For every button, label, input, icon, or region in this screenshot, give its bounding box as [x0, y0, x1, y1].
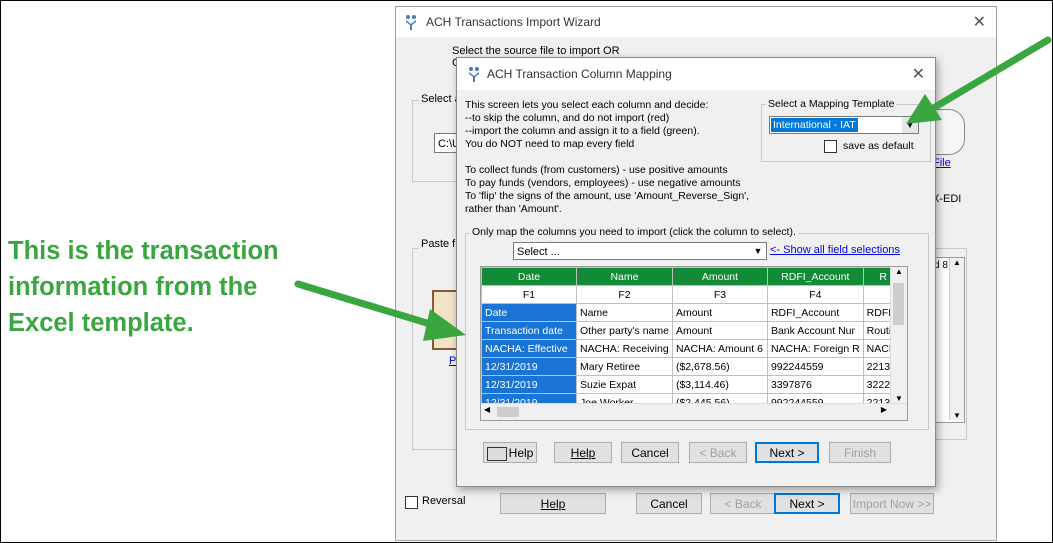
annotation-arrows [294, 36, 1052, 341]
arrow-to-grid [294, 280, 466, 341]
arrow-to-template [906, 36, 1052, 124]
